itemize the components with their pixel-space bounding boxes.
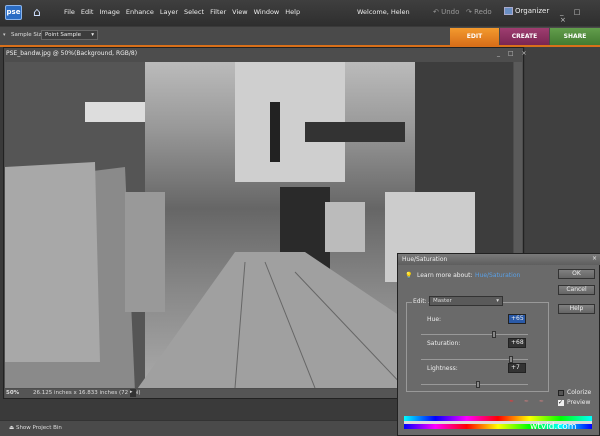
redo-label: Redo [474,8,492,16]
tab-share[interactable]: SHARE [550,28,600,45]
menu-bar: File Edit Image Enhance Layer Select Fil… [64,8,300,16]
sample-size-select[interactable]: Point Sample ▾ [41,30,98,40]
watermark: wtvid.com [530,422,577,432]
edit-channel-value: Master [433,298,452,304]
chevron-down-icon: ▾ [496,298,499,304]
menu-layer[interactable]: Layer [160,8,178,16]
cancel-button[interactable]: Cancel [558,285,595,295]
close-icon[interactable]: × [592,255,597,262]
status-menu-arrow-icon[interactable]: ▸ [130,389,136,397]
hue-label: Hue: [427,316,442,323]
tab-create[interactable]: CREATE [500,28,549,45]
organizer-label: Organizer [515,7,550,15]
saturation-slider-thumb[interactable] [508,356,513,363]
eyedropper-plus-icon[interactable]: ✒ [524,398,529,405]
menu-file[interactable]: File [64,8,75,16]
organizer-icon [504,7,513,15]
preview-checkbox[interactable]: ✓ [558,400,564,406]
menu-image[interactable]: Image [99,8,119,16]
home-icon[interactable]: ⌂ [33,5,47,19]
edit-label: Edit: [412,298,428,305]
lightness-label: Lightness: [427,365,458,372]
window-controls[interactable]: _ □ × [560,8,600,24]
welcome-text: Welcome, Helen [357,8,410,16]
app-logo: pse [5,5,22,20]
eyedropper-icon[interactable]: ✒ [509,398,514,405]
menu-enhance[interactable]: Enhance [126,8,154,16]
colorize-label: Colorize [567,389,592,396]
redo-button[interactable]: ↷ Redo [466,8,492,16]
hue-input[interactable]: +65 [508,314,526,324]
hue-slider-thumb[interactable] [491,331,496,338]
menu-help[interactable]: Help [285,8,300,16]
zoom-level[interactable]: 50% [6,390,19,396]
document-window-controls[interactable]: _ □ × [497,50,530,57]
menu-window[interactable]: Window [254,8,280,16]
hue-saturation-dialog: Hue/Saturation × 💡 Learn more about: Hue/… [397,253,600,436]
chevron-down-icon: ▾ [91,32,94,38]
saturation-input[interactable]: +68 [508,338,526,348]
ok-button[interactable]: OK [558,269,595,279]
menu-select[interactable]: Select [184,8,204,16]
document-dimensions: 26.125 inches x 16.833 inches (72 ppi) [33,390,141,396]
tab-edit[interactable]: EDIT [450,28,499,45]
edit-channel-select[interactable]: Master ▾ [429,296,503,306]
lightbulb-icon: 💡 [405,272,413,279]
dialog-title-text: Hue/Saturation [402,256,448,263]
learn-more-link[interactable]: Hue/Saturation [475,272,520,279]
undo-button[interactable]: ↶ Undo [433,8,459,16]
project-bin-label: Show Project Bin [15,425,62,431]
sample-size-value: Point Sample [45,32,82,38]
lightness-slider-track[interactable] [421,384,528,385]
options-menu-arrow-icon[interactable]: ▾ [3,32,6,38]
menu-edit[interactable]: Edit [81,8,94,16]
preview-label: Preview [567,399,591,406]
lightness-input[interactable]: +7 [508,363,526,373]
menu-view[interactable]: View [232,8,247,16]
learn-more-label: Learn more about: [417,272,473,279]
colorize-checkbox[interactable] [558,390,564,396]
lightness-slider-thumb[interactable] [476,381,481,388]
menu-filter[interactable]: Filter [210,8,226,16]
organizer-button[interactable]: Organizer [504,7,549,15]
hue-slider-track[interactable] [421,334,528,335]
project-bin-button[interactable]: ⏏ Show Project Bin [9,425,62,431]
help-button[interactable]: Help [558,304,595,314]
saturation-label: Saturation: [427,340,461,347]
dialog-title: Hue/Saturation × [398,254,600,265]
palette-bin [525,47,600,253]
undo-label: Undo [441,8,460,16]
eyedropper-minus-icon[interactable]: ✒ [539,398,544,405]
document-title: PSE_bandw.jpg @ 50%(Background, RGB/8) [6,50,138,57]
